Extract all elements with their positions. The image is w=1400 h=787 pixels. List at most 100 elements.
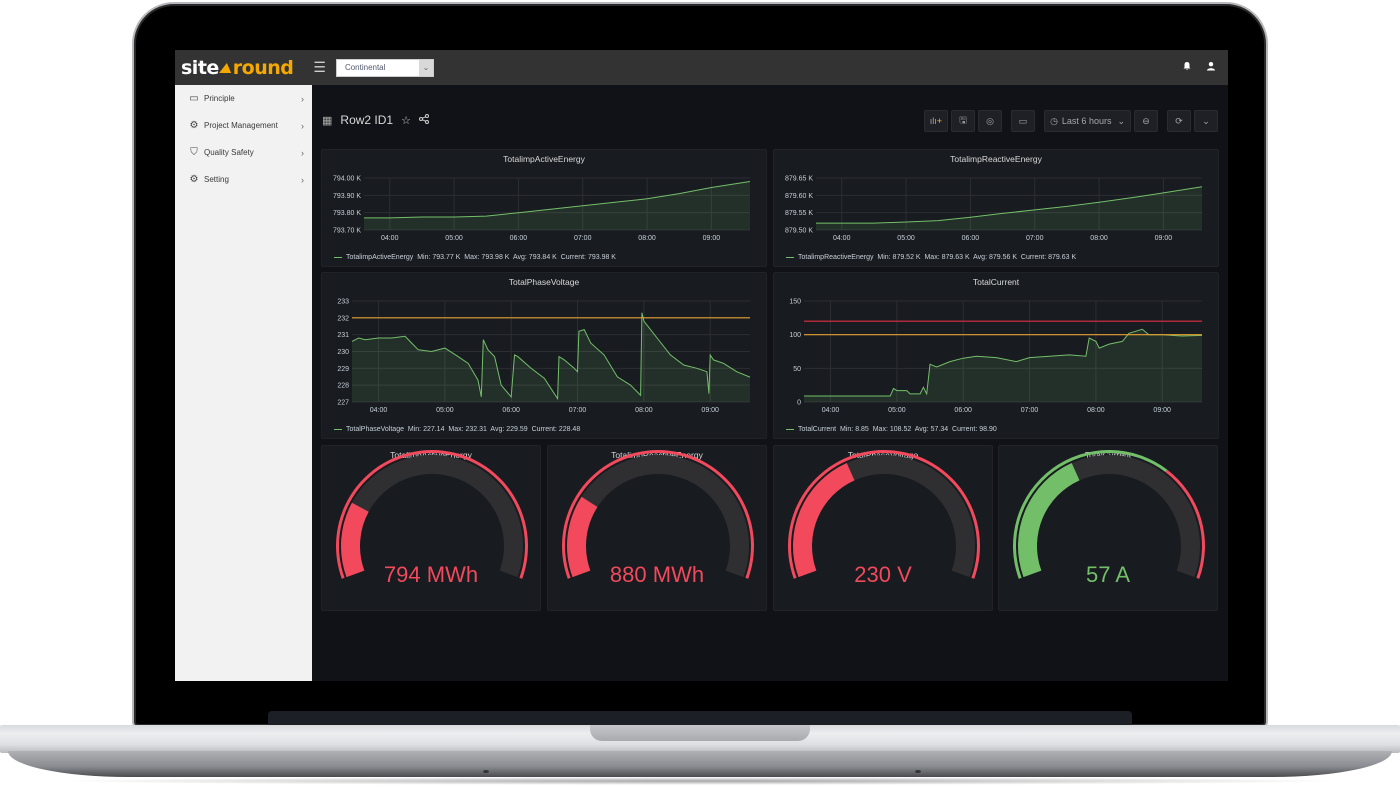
refresh-interval-button[interactable]: ⌄ bbox=[1194, 110, 1218, 132]
chart-plot[interactable]: 879.50 K 879.55 K 879.60 K 879.65 K 04:00 05:… bbox=[774, 150, 1220, 268]
zoom-out-icon: ⊖ bbox=[1142, 115, 1150, 126]
chart-legend[interactable]: TotalimpReactiveEnergy Min: 879.52 K Max… bbox=[786, 254, 1076, 261]
graph-panel[interactable]: TotalimpActiveEnergy 793.70 K 793.80 K 793.… bbox=[321, 149, 767, 267]
legend-series-name[interactable]: TotalCurrent bbox=[798, 426, 836, 433]
legend-series-name[interactable]: TotalimpActiveEnergy bbox=[346, 254, 413, 261]
gauge-panel[interactable]: TotalimpActiveEnergy 794 MWh bbox=[321, 445, 541, 611]
chart-legend[interactable]: TotalimpActiveEnergy Min: 793.77 K Max: … bbox=[334, 254, 616, 261]
cogs-icon: ⚙ bbox=[189, 120, 199, 131]
dashboard-grid-icon: ▦ bbox=[322, 114, 333, 127]
dashboard-settings-button[interactable]: ◎ bbox=[978, 110, 1003, 132]
y-tick-label: 229 bbox=[337, 366, 349, 373]
chart-legend[interactable]: TotalPhaseVoltage Min: 227.14 Max: 232.3… bbox=[334, 426, 580, 433]
sidebar-item-label: Principle bbox=[204, 94, 235, 103]
add-panel-button[interactable]: ılı+ bbox=[923, 110, 949, 132]
logo[interactable]: site round bbox=[181, 56, 294, 79]
refresh-button[interactable]: ⟳ bbox=[1167, 110, 1191, 132]
sidebar-item-principle[interactable]: ▭ Principle › bbox=[175, 85, 312, 112]
legend-max: 793.98 K bbox=[481, 254, 510, 261]
graph-panel[interactable]: TotalCurrent 0 50 100 150 04:00 05:00 06:00 07:0… bbox=[773, 272, 1219, 439]
gauge-track bbox=[793, 455, 975, 578]
legend-swatch bbox=[334, 428, 342, 430]
y-tick-label: 793.80 K bbox=[333, 210, 361, 217]
share-icon[interactable] bbox=[418, 113, 429, 127]
legend-max: 879.63 K bbox=[941, 254, 970, 261]
chart-plot[interactable]: 0 50 100 150 04:00 05:00 06:00 07:00 08:00 09:00 bbox=[774, 273, 1220, 440]
legend-min: 227.14 bbox=[423, 426, 445, 433]
y-tick-label: 150 bbox=[789, 299, 801, 306]
gauge-value: 880 MWh bbox=[609, 562, 705, 587]
clock-icon: ◷ bbox=[1050, 115, 1058, 126]
gauge-panel[interactable]: TotalimpReactiveEnergy 880 MWh bbox=[547, 445, 767, 611]
laptop-mockup: site round ☰ Continental ⌄ ▭ Principle ›… bbox=[0, 0, 1400, 787]
y-tick-label: 879.55 K bbox=[785, 210, 813, 217]
gauge-value: 57 A bbox=[1085, 562, 1131, 587]
hamburger-icon[interactable]: ☰ bbox=[313, 59, 326, 76]
top-bar: site round ☰ Continental ⌄ bbox=[175, 50, 1228, 85]
sidebar-item-label: Project Management bbox=[204, 121, 278, 130]
chart-plot[interactable]: 227 228 229 230 231 232 233 04:00 05:00 06:00 07:0… bbox=[322, 273, 768, 440]
x-tick-label: 07:00 bbox=[1021, 407, 1039, 414]
app-screen: site round ☰ Continental ⌄ ▭ Principle ›… bbox=[175, 50, 1228, 681]
x-tick-label: 05:00 bbox=[888, 407, 906, 414]
legend-avg: 793.84 K bbox=[528, 254, 557, 261]
chevron-down-icon[interactable]: ⌄ bbox=[418, 59, 433, 76]
legend-current: 793.98 K bbox=[587, 254, 616, 261]
site-select[interactable]: Continental ⌄ bbox=[335, 58, 434, 77]
sidebar-item-setting[interactable]: ⚙ Setting › bbox=[175, 166, 312, 193]
x-tick-label: 06:00 bbox=[954, 407, 972, 414]
save-icon: 🖫 bbox=[959, 115, 967, 125]
legend-series-name[interactable]: TotalPhaseVoltage bbox=[346, 426, 404, 433]
graph-panel[interactable]: TotalPhaseVoltage 227 228 229 230 231 232 233 04… bbox=[321, 272, 767, 439]
y-tick-label: 0 bbox=[797, 400, 801, 407]
series-area bbox=[364, 181, 750, 230]
settings-icon: ◎ bbox=[986, 115, 994, 126]
legend-min: 793.77 K bbox=[432, 254, 461, 261]
x-tick-label: 09:00 bbox=[1155, 235, 1173, 242]
laptop-shadow bbox=[50, 777, 1350, 785]
y-tick-label: 50 bbox=[793, 366, 801, 373]
x-tick-label: 06:00 bbox=[510, 235, 528, 242]
legend-series-name[interactable]: TotalimpReactiveEnergy bbox=[798, 254, 873, 261]
gauge-panel[interactable]: TotalPhaseVoltage 230 V bbox=[773, 445, 993, 611]
logo-triangle-icon bbox=[218, 62, 233, 73]
y-tick-label: 228 bbox=[337, 383, 349, 390]
time-range-picker[interactable]: ◷ Last 6 hours ⌄ bbox=[1044, 110, 1131, 132]
series-area bbox=[804, 329, 1202, 402]
gauge-track bbox=[341, 455, 523, 578]
laptop-notch bbox=[590, 725, 810, 741]
sidebar-item-project-management[interactable]: ⚙ Project Management › bbox=[175, 112, 312, 139]
add-panel-icon: ılı+ bbox=[929, 116, 943, 126]
x-tick-label: 04:00 bbox=[833, 235, 851, 242]
zoom-out-button[interactable]: ⊖ bbox=[1134, 110, 1158, 132]
legend-avg: 879.56 K bbox=[988, 254, 1017, 261]
y-tick-label: 100 bbox=[789, 332, 801, 339]
star-icon[interactable]: ☆ bbox=[401, 114, 411, 127]
dashboard-title[interactable]: Row2 ID1 bbox=[340, 113, 393, 127]
gauge-value: 230 V bbox=[854, 562, 912, 587]
user-icon[interactable] bbox=[1206, 61, 1216, 74]
legend-min: 8.85 bbox=[855, 426, 869, 433]
bell-icon[interactable] bbox=[1182, 61, 1192, 74]
chevron-right-icon: › bbox=[301, 174, 304, 185]
gauge-panel[interactable]: TotalCurrent 57 A bbox=[998, 445, 1218, 611]
chart-legend[interactable]: TotalCurrent Min: 8.85 Max: 108.52 Avg: … bbox=[786, 426, 997, 433]
legend-swatch bbox=[334, 256, 342, 258]
shield-icon: ⛉ bbox=[190, 147, 198, 158]
time-range-label: Last 6 hours bbox=[1061, 116, 1112, 126]
chart-plot[interactable]: 793.70 K 793.80 K 793.90 K 794.00 K 04:00 05:… bbox=[322, 150, 768, 268]
logo-text-right: round bbox=[232, 56, 294, 79]
y-tick-label: 232 bbox=[337, 315, 349, 322]
chevron-right-icon: › bbox=[301, 120, 304, 131]
legend-max: 232.31 bbox=[465, 426, 487, 433]
save-dashboard-button[interactable]: 🖫 bbox=[951, 110, 976, 132]
x-tick-label: 05:00 bbox=[436, 407, 454, 414]
sidebar: ▭ Principle › ⚙ Project Management › ⛉ Q… bbox=[175, 85, 312, 681]
logo-text-left: site bbox=[181, 56, 219, 79]
y-tick-label: 879.50 K bbox=[785, 228, 813, 235]
graph-panel[interactable]: TotalimpReactiveEnergy 879.50 K 879.55 K 87… bbox=[773, 149, 1219, 267]
tv-mode-button[interactable]: ▭ bbox=[1011, 110, 1036, 132]
sidebar-item-quality-safety[interactable]: ⛉ Quality Safety › bbox=[175, 139, 312, 166]
x-tick-label: 05:00 bbox=[445, 235, 463, 242]
y-tick-label: 879.65 K bbox=[785, 176, 813, 183]
